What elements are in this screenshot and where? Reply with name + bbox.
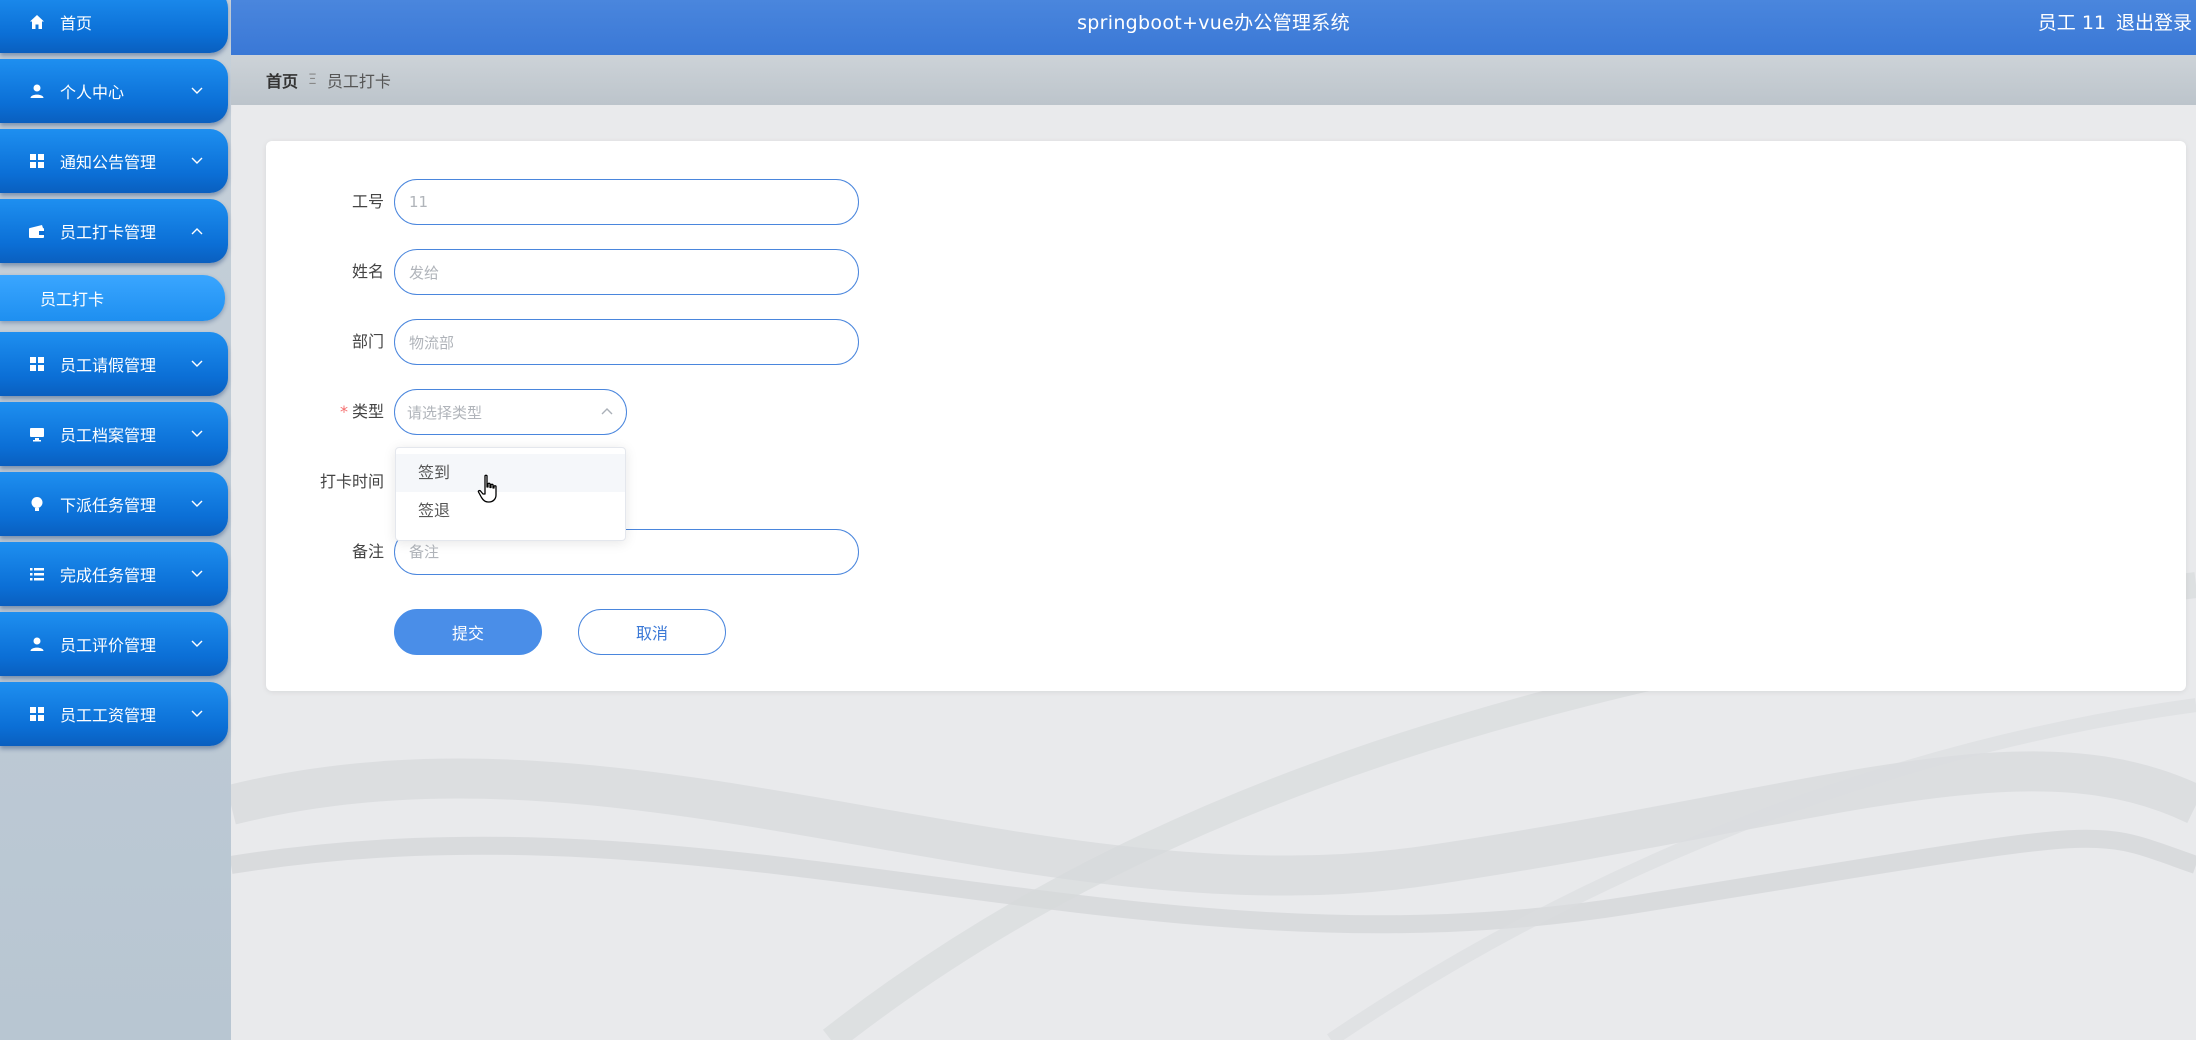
- chevron-up-icon: [190, 224, 204, 238]
- department-label: 部门: [351, 332, 384, 351]
- sidebar-item-punch-management[interactable]: 员工打卡管理: [0, 199, 228, 263]
- type-select-placeholder: 请选择类型: [407, 403, 483, 422]
- type-label: 类型: [351, 402, 384, 421]
- sidebar-item-label: 员工工资管理: [60, 706, 157, 725]
- sidebar-item-label: 员工请假管理: [60, 356, 157, 375]
- current-user-label: 员工 11: [2037, 12, 2106, 34]
- grid-icon: [28, 705, 46, 723]
- sidebar-item-label: 通知公告管理: [60, 153, 157, 172]
- sidebar-item-assigned-task-management[interactable]: 下派任务管理: [0, 472, 228, 536]
- sidebar-item-label: 首页: [60, 13, 93, 33]
- sidebar-item-label: 员工档案管理: [60, 426, 157, 445]
- hand-cursor-icon: [477, 474, 497, 503]
- chevron-up-icon: [600, 405, 614, 419]
- type-select[interactable]: 请选择类型: [394, 389, 627, 435]
- user-icon: [28, 635, 46, 653]
- chevron-down-icon: [190, 84, 204, 98]
- grid-icon: [28, 355, 46, 373]
- punch-form-card: 工号 姓名 部门 *类型 请选择类型 打卡时间 备注 提交 取消: [266, 141, 2186, 691]
- required-mark: *: [339, 402, 348, 421]
- monitor-icon: [28, 425, 46, 443]
- type-option-sign-out[interactable]: 签退: [396, 492, 625, 530]
- list-icon: [28, 565, 46, 583]
- sidebar: 首页 个人中心 通知公告管理 员工打卡管理 员工打卡 员工请假管理 员工档案管理…: [0, 0, 231, 1040]
- employee-no-input[interactable]: [394, 179, 859, 225]
- wallet-icon: [28, 222, 46, 240]
- sidebar-subitem-employee-punch[interactable]: 员工打卡: [0, 275, 225, 321]
- sidebar-item-salary-management[interactable]: 员工工资管理: [0, 682, 228, 746]
- chevron-down-icon: [190, 567, 204, 581]
- sidebar-item-home[interactable]: 首页: [0, 0, 228, 53]
- breadcrumb-separator: Ξ: [308, 72, 317, 88]
- breadcrumb-home[interactable]: 首页: [266, 68, 298, 92]
- employee-no-label: 工号: [351, 192, 384, 211]
- sidebar-item-label: 下派任务管理: [60, 496, 157, 515]
- chevron-down-icon: [190, 357, 204, 371]
- sidebar-item-label: 员工打卡管理: [60, 223, 157, 242]
- sidebar-item-personal-center[interactable]: 个人中心: [0, 59, 228, 123]
- sidebar-item-completed-task-management[interactable]: 完成任务管理: [0, 542, 228, 606]
- sidebar-item-notice-management[interactable]: 通知公告管理: [0, 129, 228, 193]
- department-input[interactable]: [394, 319, 859, 365]
- submit-button[interactable]: 提交: [394, 609, 542, 655]
- sidebar-item-label: 员工评价管理: [60, 636, 157, 655]
- name-label: 姓名: [351, 262, 384, 281]
- top-bar: springboot+vue办公管理系统 员工 11 退出登录: [231, 0, 2196, 55]
- chevron-down-icon: [190, 707, 204, 721]
- home-icon: [28, 13, 46, 31]
- remark-label: 备注: [351, 542, 384, 561]
- sidebar-item-label: 完成任务管理: [60, 566, 157, 585]
- sidebar-item-label: 个人中心: [60, 83, 125, 102]
- app-title: springboot+vue办公管理系统: [1077, 11, 1350, 34]
- type-dropdown: 签到 签退: [395, 447, 626, 541]
- cancel-button[interactable]: 取消: [578, 609, 726, 655]
- sidebar-item-evaluation-management[interactable]: 员工评价管理: [0, 612, 228, 676]
- breadcrumb-current: 员工打卡: [326, 72, 391, 91]
- bulb-icon: [28, 495, 46, 513]
- sidebar-item-leave-management[interactable]: 员工请假管理: [0, 332, 228, 396]
- chevron-down-icon: [190, 637, 204, 651]
- breadcrumb: 首页 Ξ 员工打卡: [231, 55, 2196, 105]
- sidebar-item-archive-management[interactable]: 员工档案管理: [0, 402, 228, 466]
- type-option-sign-in[interactable]: 签到: [396, 454, 625, 492]
- grid-icon: [28, 152, 46, 170]
- chevron-down-icon: [190, 427, 204, 441]
- punch-time-label: 打卡时间: [319, 472, 384, 491]
- logout-link[interactable]: 退出登录: [2116, 8, 2192, 35]
- type-label-wrap: * 类型: [266, 389, 384, 435]
- user-icon: [28, 82, 46, 100]
- name-input[interactable]: [394, 249, 859, 295]
- chevron-down-icon: [190, 497, 204, 511]
- chevron-down-icon: [190, 154, 204, 168]
